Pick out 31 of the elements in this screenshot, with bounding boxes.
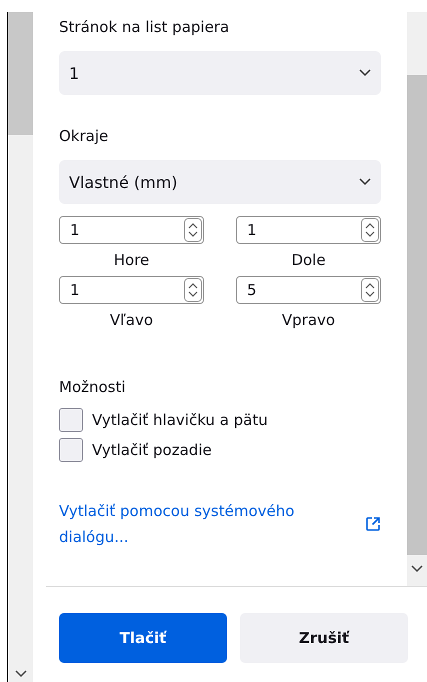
checkbox[interactable]: [59, 438, 83, 462]
spinner-icon[interactable]: [184, 278, 202, 302]
chevron-down-icon: [359, 178, 371, 186]
system-dialog-link[interactable]: Vytlačiť pomocou systémového dialógu...: [59, 498, 349, 550]
checkbox[interactable]: [59, 408, 83, 432]
margins-select[interactable]: Vlastné (mm): [59, 160, 381, 204]
spinner-icon[interactable]: [361, 278, 379, 302]
field-label: Vľavo: [110, 310, 154, 330]
chevron-down-icon[interactable]: [411, 565, 423, 573]
checkbox-label: Vytlačiť pozadie: [92, 441, 212, 459]
field-label: Dole: [291, 250, 326, 270]
checkbox-label: Vytlačiť hlavičku a pätu: [92, 411, 268, 429]
external-link-icon: [365, 516, 381, 532]
section-label: Stránok na list papiera: [59, 17, 230, 38]
section-label: Možnosti: [59, 377, 127, 398]
spinner-icon[interactable]: [361, 218, 379, 242]
scrollbar-thumb[interactable]: [407, 75, 427, 555]
margin-input[interactable]: 1: [59, 216, 204, 244]
field-label: Hore: [114, 250, 150, 270]
scrollbar-thumb[interactable]: [8, 12, 33, 135]
margin-input[interactable]: 1: [236, 216, 381, 244]
spinner-icon[interactable]: [184, 218, 202, 242]
pages-per-sheet-select[interactable]: 1: [59, 51, 381, 95]
cancel-button[interactable]: Zrušiť: [240, 613, 408, 663]
field-label: Vpravo: [282, 310, 336, 330]
margin-input[interactable]: 5: [236, 276, 381, 304]
chevron-down-icon: [359, 69, 371, 77]
chevron-down-icon[interactable]: [14, 670, 26, 678]
section-label: Okraje: [59, 126, 110, 147]
margin-input[interactable]: 1: [59, 276, 204, 304]
print-button[interactable]: Tlačiť: [59, 613, 227, 663]
